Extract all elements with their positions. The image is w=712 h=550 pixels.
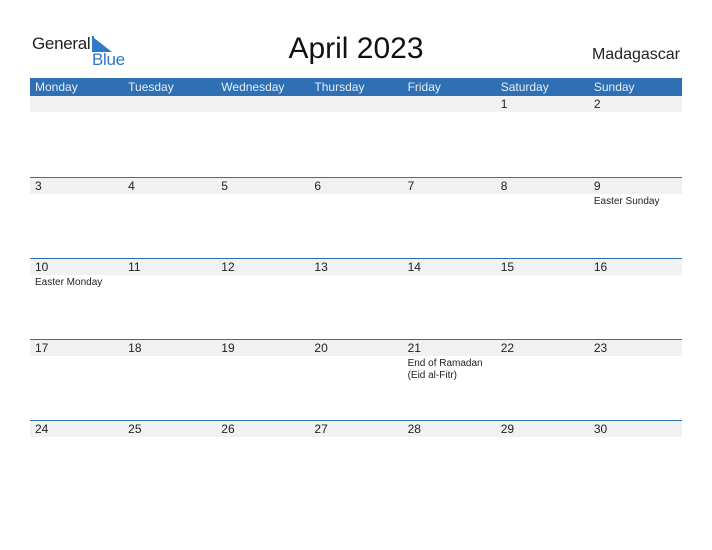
day-number: 28 xyxy=(407,422,421,436)
holiday-event xyxy=(123,275,216,289)
day-number: 7 xyxy=(407,179,415,193)
day-number: 30 xyxy=(593,422,608,436)
holiday-event xyxy=(309,112,402,114)
day-number: 2 xyxy=(593,97,601,111)
week-row: 10 11 12 13 14 15 16 Easter Monday xyxy=(30,258,682,339)
holiday-event xyxy=(589,112,682,114)
day-number: 25 xyxy=(128,422,142,436)
events-row: Easter Sunday xyxy=(30,194,682,208)
holiday-event xyxy=(216,437,309,439)
holiday-event xyxy=(216,356,309,382)
holiday-event xyxy=(403,112,496,114)
holiday-event xyxy=(216,112,309,114)
day-number: 23 xyxy=(593,341,608,355)
day-number-row: 12 xyxy=(30,96,682,112)
holiday-event xyxy=(309,275,402,289)
day-number: 6 xyxy=(314,179,322,193)
day-number: 26 xyxy=(221,422,235,436)
holiday-event: Easter Monday xyxy=(35,277,103,288)
weekday-label: Thursday xyxy=(314,80,365,94)
weekday-label: Monday xyxy=(35,80,78,94)
holiday-event xyxy=(30,356,123,382)
weekday-label: Wednesday xyxy=(221,80,285,94)
country-label: Madagascar xyxy=(591,46,680,63)
weekday-label: Saturday xyxy=(500,80,549,94)
week-row: 3 4 5 6 7 8 9 Easter Sunday xyxy=(30,177,682,258)
holiday-event xyxy=(30,437,123,439)
holiday-event xyxy=(216,275,309,289)
day-number xyxy=(216,96,309,112)
holiday-event xyxy=(123,112,216,114)
day-number: 27 xyxy=(314,422,328,436)
holiday-event xyxy=(403,194,496,208)
day-number xyxy=(309,96,402,112)
day-number: 16 xyxy=(593,260,608,274)
holiday-event xyxy=(123,356,216,382)
events-row xyxy=(30,112,682,114)
holiday-event xyxy=(309,356,402,382)
day-number: 20 xyxy=(314,341,328,355)
holiday-event xyxy=(589,275,682,289)
day-number: 22 xyxy=(500,341,515,355)
holiday-event xyxy=(496,437,589,439)
day-number xyxy=(30,96,123,112)
week-row: 12 xyxy=(30,96,682,177)
day-number xyxy=(403,96,496,112)
holiday-event xyxy=(123,194,216,208)
day-number: 13 xyxy=(314,260,328,274)
weekday-header: Monday Tuesday Wednesday Thursday Friday… xyxy=(30,78,682,96)
day-number: 12 xyxy=(221,260,235,274)
day-number: 10 xyxy=(35,260,49,274)
holiday-event xyxy=(496,112,589,114)
day-number: 19 xyxy=(221,341,235,355)
day-number: 5 xyxy=(221,179,228,193)
holiday-event: End of Ramadan (Eid al-Fitr) xyxy=(407,358,483,381)
day-number: 14 xyxy=(407,260,421,274)
day-number: 29 xyxy=(500,422,515,436)
holiday-event xyxy=(403,275,496,289)
holiday-event xyxy=(589,437,682,439)
day-number xyxy=(123,96,216,112)
day-number-row: 10 11 12 13 14 15 16 xyxy=(30,258,682,275)
holiday-event xyxy=(496,275,589,289)
day-number: 17 xyxy=(35,341,49,355)
holiday-event xyxy=(496,356,589,382)
weekday-label: Sunday xyxy=(593,80,635,94)
day-number: 18 xyxy=(128,341,142,355)
day-number: 1 xyxy=(500,97,508,111)
day-number: 15 xyxy=(500,260,515,274)
holiday-event xyxy=(30,112,123,114)
day-number: 3 xyxy=(35,179,42,193)
holiday-event xyxy=(589,356,682,382)
day-number: 24 xyxy=(35,422,49,436)
day-number-row: 3 4 5 6 7 8 9 xyxy=(30,177,682,194)
day-number: 4 xyxy=(128,179,135,193)
events-row xyxy=(30,437,682,439)
week-row: 17 18 19 20 21 22 23 End of Ramadan (Eid al-Fit… xyxy=(30,339,682,420)
weekday-label: Friday xyxy=(407,80,441,94)
holiday-event xyxy=(496,194,589,208)
week-row: 24 25 26 27 28 29 30 xyxy=(30,420,682,501)
holiday-event xyxy=(216,194,309,208)
holiday-event xyxy=(309,194,402,208)
holiday-event xyxy=(123,437,216,439)
holiday-event xyxy=(309,437,402,439)
day-number: 11 xyxy=(128,260,141,274)
day-number: 21 xyxy=(407,341,421,355)
day-number-row: 24 25 26 27 28 29 30 xyxy=(30,420,682,437)
events-row: Easter Monday xyxy=(30,275,682,289)
calendar-grid: Monday Tuesday Wednesday Thursday Friday… xyxy=(30,78,682,501)
day-number: 9 xyxy=(593,179,601,193)
day-number: 8 xyxy=(500,179,508,193)
weekday-label: Tuesday xyxy=(128,80,174,94)
holiday-event xyxy=(30,194,123,208)
holiday-event: Easter Sunday xyxy=(593,196,660,207)
day-number-row: 17 18 19 20 21 22 23 xyxy=(30,339,682,356)
events-row: End of Ramadan (Eid al-Fitr) xyxy=(30,356,682,382)
holiday-event xyxy=(403,437,496,439)
